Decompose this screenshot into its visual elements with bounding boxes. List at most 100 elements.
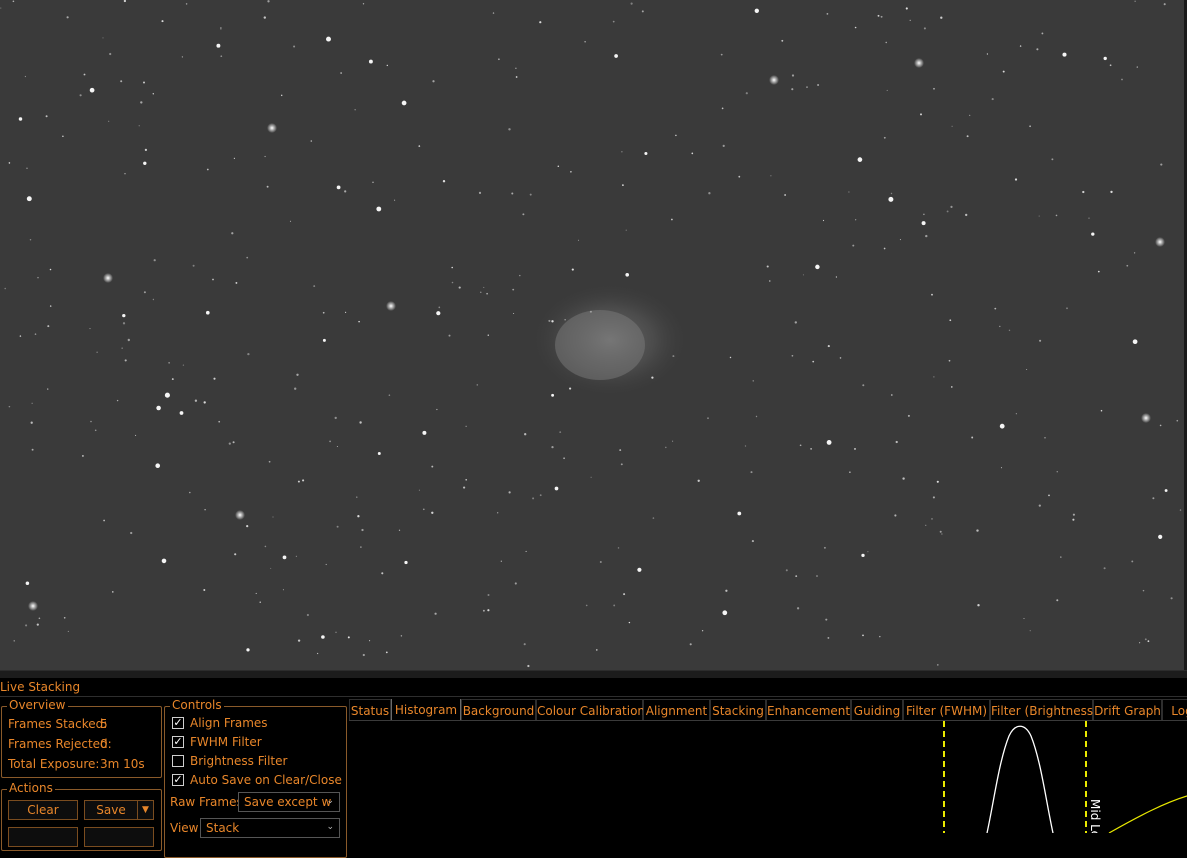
star: [255, 592, 257, 594]
tab-filter-brightness[interactable]: Filter (Brightness): [990, 699, 1098, 721]
star: [121, 347, 123, 349]
star: [725, 589, 728, 592]
save-button[interactable]: Save: [84, 800, 138, 820]
clear-button[interactable]: Clear: [8, 800, 78, 820]
star: [564, 319, 566, 321]
total-exposure-value: 3m 10s: [100, 757, 145, 771]
star: [755, 415, 758, 418]
star: [282, 589, 284, 591]
brightness-filter-checkbox[interactable]: Brightness Filter: [172, 753, 287, 769]
tab-histogram[interactable]: Histogram: [391, 699, 461, 721]
star: [267, 0, 270, 3]
action-button-4[interactable]: [84, 827, 154, 847]
star: [325, 563, 327, 566]
star: [263, 16, 266, 19]
frames-stacked-label: Frames Stacked:: [8, 717, 108, 731]
star: [205, 310, 210, 315]
star: [1147, 640, 1150, 643]
star: [26, 196, 32, 202]
bright-star: [769, 75, 779, 85]
star: [19, 335, 22, 337]
star: [1023, 617, 1025, 620]
align-frames-checkbox[interactable]: ✓ Align Frames: [172, 715, 268, 731]
save-dropdown-button[interactable]: ▼: [137, 800, 154, 820]
star: [1082, 190, 1085, 194]
star: [235, 281, 238, 284]
star: [247, 352, 250, 356]
star: [31, 448, 34, 451]
tab-stacking[interactable]: Stacking: [710, 699, 766, 721]
star: [1103, 567, 1106, 570]
tab-guiding[interactable]: Guiding: [851, 699, 903, 721]
fwhm-filter-checkbox[interactable]: ✓ FWHM Filter: [172, 734, 262, 750]
star: [965, 213, 968, 217]
star: [559, 431, 562, 433]
raw-frames-select[interactable]: Save except w ⌄: [238, 792, 340, 812]
histogram-view[interactable]: Mid Le: [349, 721, 1187, 833]
star: [1097, 270, 1100, 273]
star: [1072, 513, 1075, 516]
star: [522, 213, 525, 216]
star: [612, 20, 615, 23]
star: [890, 192, 893, 195]
star: [991, 98, 994, 101]
star: [297, 480, 300, 483]
histogram-chart: Mid Le: [943, 721, 1187, 833]
star: [264, 155, 266, 158]
star: [977, 604, 980, 607]
star: [630, 2, 633, 5]
star: [1126, 264, 1129, 267]
star: [939, 530, 942, 533]
star: [206, 168, 209, 171]
star: [67, 630, 69, 632]
star: [296, 373, 299, 376]
star: [463, 486, 466, 489]
checkbox-unchecked-icon: [172, 755, 184, 767]
star: [672, 355, 675, 358]
star: [96, 351, 98, 353]
brightness-filter-label: Brightness Filter: [190, 754, 288, 768]
star: [933, 376, 935, 378]
star: [691, 152, 694, 155]
star: [152, 93, 154, 95]
view-select[interactable]: Stack ⌄: [200, 818, 340, 838]
star: [264, 545, 267, 548]
star: [512, 288, 515, 291]
tab-status[interactable]: Status: [349, 699, 391, 721]
star: [848, 191, 850, 193]
star: [835, 276, 838, 278]
image-viewer[interactable]: [0, 0, 1187, 670]
auto-save-checkbox[interactable]: ✓ Auto Save on Clear/Close: [172, 772, 342, 788]
star: [280, 94, 283, 97]
tab-filter-fwhm[interactable]: Filter (FWHM): [903, 699, 990, 721]
tab-drift-graph[interactable]: Drift Graph: [1093, 699, 1162, 721]
star: [1038, 504, 1041, 507]
star: [1002, 70, 1005, 73]
star: [707, 417, 709, 420]
star: [138, 125, 140, 127]
action-button-3[interactable]: [8, 827, 78, 847]
tab-background[interactable]: Background: [461, 699, 536, 721]
star: [246, 648, 250, 652]
bright-star: [914, 58, 924, 68]
tab-enhancement[interactable]: Enhancement: [766, 699, 851, 721]
star: [923, 213, 925, 216]
star: [418, 489, 420, 491]
star: [880, 15, 883, 18]
star: [894, 514, 897, 517]
star: [940, 16, 943, 19]
star: [362, 3, 365, 5]
star: [619, 449, 622, 452]
star: [336, 445, 338, 448]
star: [1056, 471, 1058, 473]
tab-log[interactable]: Log: [1162, 699, 1187, 721]
star: [816, 575, 818, 577]
tab-alignment[interactable]: Alignment: [643, 699, 710, 721]
star: [185, 3, 188, 5]
star: [936, 480, 939, 483]
star: [451, 281, 454, 284]
star: [524, 433, 527, 436]
star: [182, 364, 185, 366]
tab-colour-calibration[interactable]: Colour Calibration: [536, 699, 645, 721]
star: [623, 593, 626, 596]
